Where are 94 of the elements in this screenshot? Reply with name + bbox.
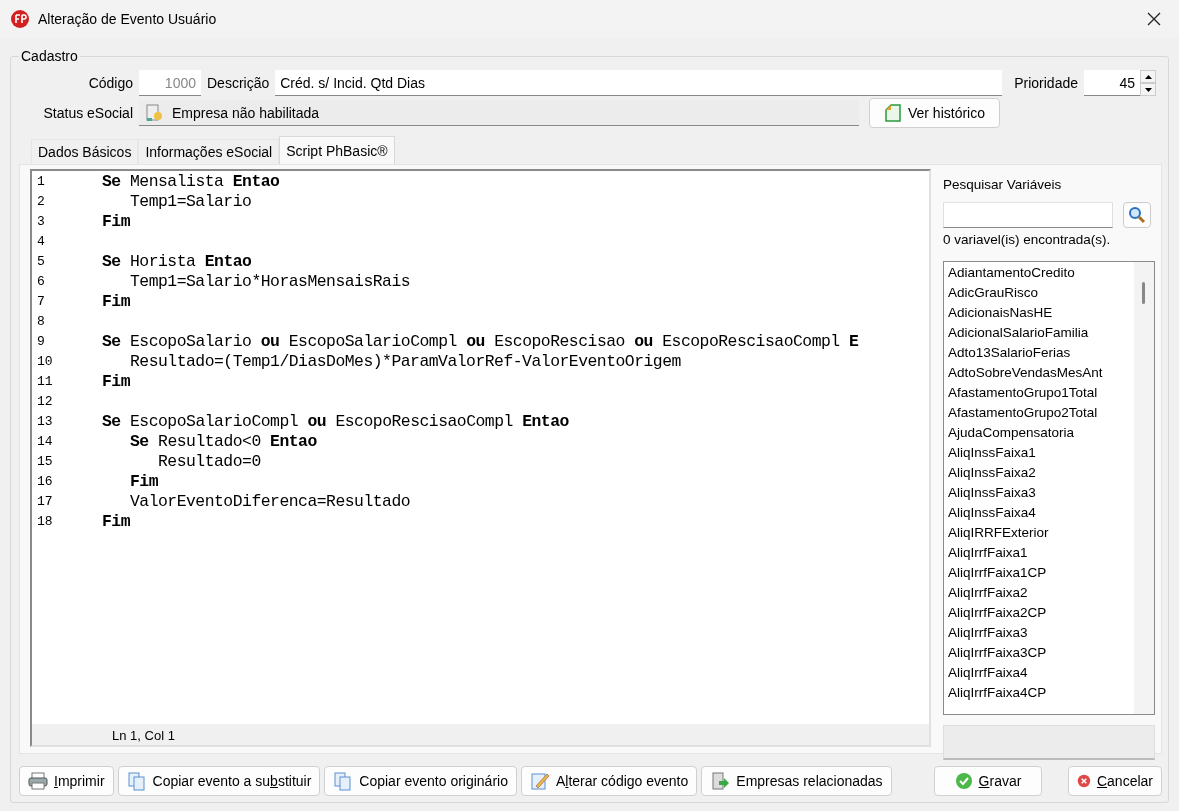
line-number: 16 bbox=[36, 473, 54, 489]
list-item[interactable]: AliqIrrfFaixa1CP bbox=[948, 563, 1130, 583]
list-item[interactable]: AdiantamentoCredito bbox=[948, 263, 1130, 283]
search-icon bbox=[1128, 206, 1146, 224]
copy-icon bbox=[333, 771, 354, 791]
pencil-note-icon bbox=[529, 771, 550, 791]
field-label: Descrição bbox=[207, 75, 270, 91]
cancel-button[interactable]: Cancelar bbox=[1068, 766, 1162, 796]
line-number: 4 bbox=[36, 233, 46, 249]
list-item[interactable]: Adto13SalarioFerias bbox=[948, 343, 1130, 363]
code-line: Se EscopoSalarioCompl ou EscopoRescisaoCompl Entao bbox=[102, 411, 569, 431]
list-item[interactable]: AliqIrrfFaixa2CP bbox=[948, 603, 1130, 623]
line-number: 11 bbox=[36, 373, 54, 389]
group-title: Cadastro bbox=[20, 48, 79, 64]
search-button[interactable] bbox=[1123, 202, 1151, 228]
status-field: Empresa não habilitada bbox=[139, 100, 859, 126]
code-line: Fim bbox=[102, 371, 130, 391]
cancel-circle-icon bbox=[1077, 772, 1091, 790]
companies-button[interactable]: Empresas relacionadas bbox=[701, 766, 892, 796]
printer-icon bbox=[28, 772, 48, 790]
list-item[interactable]: AdtoSobreVendasMesAnt bbox=[948, 363, 1130, 383]
description-field[interactable]: Créd. s/ Incid. Qtd Dias bbox=[275, 70, 1003, 96]
building-arrow-icon bbox=[710, 771, 731, 791]
check-circle-icon bbox=[954, 772, 973, 790]
line-number: 6 bbox=[36, 273, 46, 289]
list-item[interactable]: AdicionaisNasHE bbox=[948, 303, 1130, 323]
code-line: Fim bbox=[102, 211, 130, 231]
list-item[interactable]: AliqIrrfFaixa3CP bbox=[948, 643, 1130, 663]
field-label: Status eSocial bbox=[42, 105, 133, 121]
code-line: Resultado=0 bbox=[157, 451, 261, 471]
list-item[interactable]: AliqInssFaixa1 bbox=[948, 443, 1130, 463]
tab[interactable]: Dados Básicos bbox=[31, 139, 139, 164]
code-line: Se EscopoSalario ou EscopoSalarioCompl ou EscopoRescisao ou EscopoRescisaoCompl E bbox=[102, 331, 859, 351]
list-item[interactable]: AfastamentoGrupo1Total bbox=[948, 383, 1130, 403]
list-item[interactable]: AfastamentoGrupo2Total bbox=[948, 403, 1130, 423]
cursor-position: Ln 1, Col 1 bbox=[112, 728, 176, 743]
copy-button[interactable]: Copiar evento originário bbox=[324, 766, 517, 796]
code-line: ValorEventoDiferenca=Resultado bbox=[129, 491, 411, 511]
close-icon bbox=[1147, 12, 1161, 26]
list-item[interactable]: AliqIrrfFaixa3 bbox=[948, 623, 1130, 643]
app-logo-icon bbox=[10, 9, 30, 29]
tab[interactable]: Script PhBasic® bbox=[279, 136, 395, 164]
window-title: Alteração de Evento Usuário bbox=[38, 11, 217, 27]
save-button[interactable]: Gravar bbox=[934, 766, 1042, 796]
list-item[interactable]: AdicGrauRisco bbox=[948, 283, 1130, 303]
field-label: Prioridade bbox=[1014, 75, 1078, 91]
code-line: Fim bbox=[129, 471, 159, 491]
code-line: Se Horista Entao bbox=[102, 251, 252, 271]
line-number: 12 bbox=[36, 393, 54, 409]
code-line: Se Resultado<0 Entao bbox=[129, 431, 317, 451]
line-number: 18 bbox=[36, 513, 54, 529]
line-number: 13 bbox=[36, 413, 54, 429]
page-icon bbox=[883, 103, 902, 123]
list-item[interactable]: AliqIrrfFaixa4 bbox=[948, 663, 1130, 683]
list-item[interactable]: AjudaCompensatoria bbox=[948, 423, 1130, 443]
code-line: Temp1=Salario bbox=[129, 191, 252, 211]
line-number: 1 bbox=[36, 173, 46, 189]
code-line: Fim bbox=[102, 511, 130, 531]
print-button[interactable]: Imprimir bbox=[19, 766, 114, 796]
tab[interactable]: Informações eSocial bbox=[138, 139, 280, 164]
copy-icon bbox=[126, 771, 147, 791]
spin-buttons[interactable] bbox=[1140, 70, 1156, 96]
field-label: Código bbox=[87, 75, 133, 91]
line-number: 10 bbox=[36, 353, 54, 369]
results-count: 0 variavel(is) encontrada(s). bbox=[943, 232, 1112, 247]
scrollbar[interactable] bbox=[1134, 262, 1154, 714]
line-number: 17 bbox=[36, 493, 54, 509]
line-number: 8 bbox=[36, 313, 46, 329]
line-number: 3 bbox=[36, 213, 46, 229]
list-item[interactable]: AliqIrrfFaixa1 bbox=[948, 543, 1130, 563]
search-label: Pesquisar Variáveis bbox=[943, 177, 1063, 192]
line-number: 2 bbox=[36, 193, 46, 209]
list-item[interactable]: AdicionalSalarioFamilia bbox=[948, 323, 1130, 343]
line-number: 9 bbox=[36, 333, 46, 349]
list-item[interactable]: AliqInssFaixa2 bbox=[948, 463, 1130, 483]
code-line: Resultado=(Temp1/DiasDoMes)*ParamValorRef-ValorEventoOrigem bbox=[129, 351, 681, 371]
list-item[interactable]: AliqIrrfFaixa4CP bbox=[948, 683, 1130, 703]
copy-button[interactable]: Copiar evento a substituir bbox=[117, 766, 321, 796]
line-number: 7 bbox=[36, 293, 46, 309]
priority-field[interactable]: 45 bbox=[1084, 70, 1140, 96]
code-line: Fim bbox=[102, 291, 130, 311]
search-field[interactable] bbox=[943, 202, 1113, 228]
list-item[interactable]: AliqInssFaixa3 bbox=[948, 483, 1130, 503]
line-number: 15 bbox=[36, 453, 54, 469]
code-line: Temp1=Salario*HorasMensaisRais bbox=[129, 271, 411, 291]
history-button[interactable]: Ver histórico bbox=[869, 98, 1000, 128]
document-key-icon bbox=[144, 102, 164, 123]
edit-code-button[interactable]: Alterar código evento bbox=[520, 766, 698, 796]
line-number: 5 bbox=[36, 253, 46, 269]
code-line: Se Mensalista Entao bbox=[102, 171, 280, 191]
line-number: 14 bbox=[36, 433, 54, 449]
list-item[interactable]: AliqIrrfFaixa2 bbox=[948, 583, 1130, 603]
list-item[interactable]: AliqInssFaixa4 bbox=[948, 503, 1130, 523]
list-item[interactable]: AliqIRRFExterior bbox=[948, 523, 1130, 543]
